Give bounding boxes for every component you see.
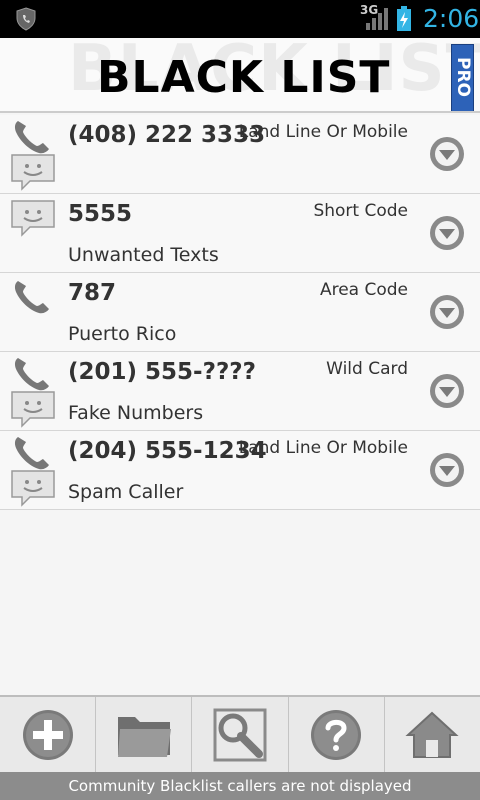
- plus-icon: [22, 709, 73, 760]
- entry-description: Unwanted Texts: [68, 244, 219, 266]
- entry-type: Land Line Or Mobile: [238, 122, 408, 142]
- app-title: BLACK LIST: [97, 52, 391, 103]
- entry-description: Puerto Rico: [68, 323, 177, 345]
- home-button[interactable]: [385, 697, 480, 772]
- help-icon: [311, 709, 362, 760]
- list-item[interactable]: 5555 Short Code Unwanted Texts: [0, 194, 480, 273]
- signal-icon: [366, 8, 388, 30]
- sms-icon: [11, 200, 55, 237]
- chevron-down-icon: [439, 150, 455, 160]
- sms-icon: [11, 470, 55, 507]
- add-button[interactable]: [0, 697, 97, 772]
- footer-notice: Community Blacklist callers are not disp…: [0, 772, 480, 800]
- settings-button[interactable]: [192, 697, 289, 772]
- entry-type: Short Code: [313, 201, 408, 221]
- entry-number: 5555: [68, 201, 133, 227]
- phone-icon: [14, 437, 50, 470]
- chevron-down-icon: [439, 387, 455, 397]
- sms-icon: [11, 391, 55, 428]
- entry-menu-button[interactable]: [430, 295, 464, 329]
- import-button[interactable]: [96, 697, 193, 772]
- clock: 2:06: [423, 4, 480, 33]
- list-item[interactable]: (201) 555-???? Wild Card Fake Numbers: [0, 352, 480, 431]
- entry-type: Land Line Or Mobile: [238, 438, 408, 458]
- list-item[interactable]: (408) 222 3333 Land Line Or Mobile: [0, 115, 480, 194]
- app-header: BLACK LIST BLACK LIST PRO: [0, 38, 480, 113]
- battery-charging-icon: [397, 6, 411, 31]
- entry-number: (201) 555-????: [68, 359, 256, 385]
- chevron-down-icon: [439, 229, 455, 239]
- entry-number: (204) 555-1234: [68, 438, 267, 464]
- entry-number: 787: [68, 280, 117, 306]
- entry-type: Wild Card: [326, 359, 408, 379]
- entry-type: Area Code: [319, 280, 408, 300]
- folder-icon: [117, 716, 171, 757]
- status-bar: 3G 2:06: [0, 0, 480, 38]
- list-item[interactable]: 787 Area Code Puerto Rico: [0, 273, 480, 352]
- search-settings-icon: [213, 708, 267, 761]
- entry-menu-button[interactable]: [430, 137, 464, 171]
- entry-description: Spam Caller: [68, 481, 184, 503]
- entry-menu-button[interactable]: [430, 453, 464, 487]
- entry-number: (408) 222 3333: [68, 122, 266, 148]
- phone-icon: [14, 281, 50, 314]
- phone-icon: [14, 121, 50, 154]
- bottom-toolbar: [0, 695, 480, 772]
- blacklist-list: (408) 222 3333 Land Line Or Mobile 5555 …: [0, 115, 480, 510]
- sms-icon: [11, 154, 55, 191]
- chevron-down-icon: [439, 466, 455, 476]
- help-button[interactable]: [289, 697, 385, 772]
- shield-phone-icon: [16, 7, 36, 31]
- list-item[interactable]: (204) 555-1234 Land Line Or Mobile Spam …: [0, 431, 480, 510]
- pro-badge-label: PRO: [453, 56, 473, 97]
- entry-menu-button[interactable]: [430, 216, 464, 250]
- chevron-down-icon: [439, 308, 455, 318]
- home-icon: [405, 711, 459, 758]
- entry-menu-button[interactable]: [430, 374, 464, 408]
- phone-icon: [14, 358, 50, 391]
- pro-badge[interactable]: PRO: [451, 44, 474, 111]
- entry-description: Fake Numbers: [68, 402, 204, 424]
